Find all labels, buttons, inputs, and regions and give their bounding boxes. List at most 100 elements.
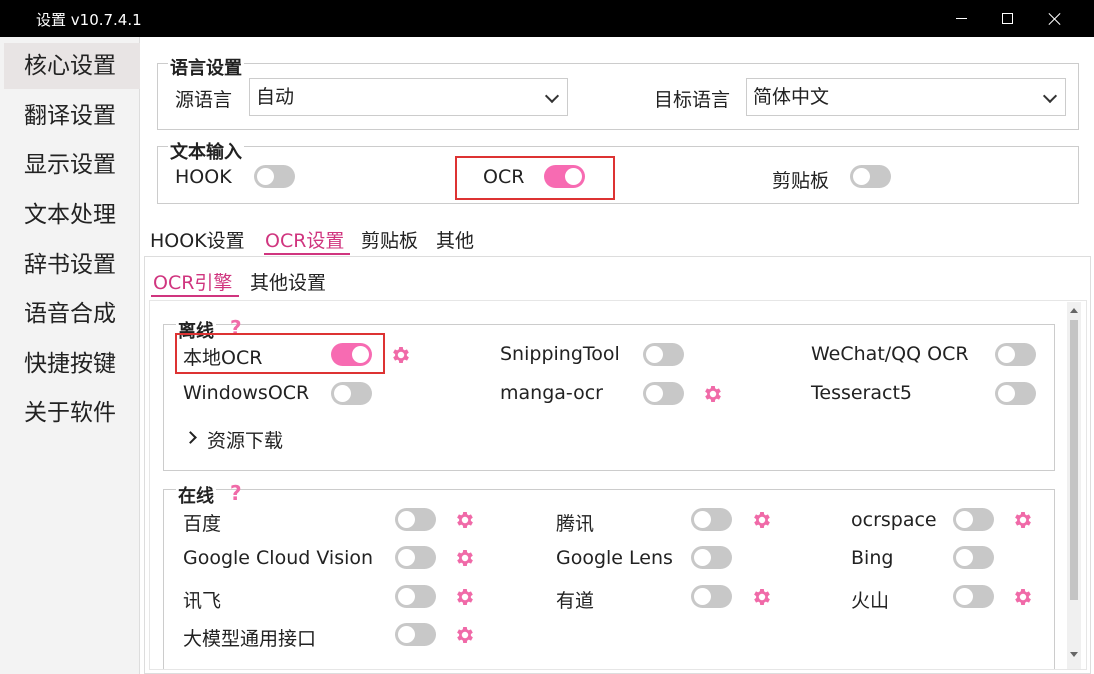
snippingtool-toggle[interactable] (643, 343, 684, 366)
resource-download-link[interactable]: 资源下载 (207, 426, 283, 453)
google-lens-toggle[interactable] (691, 546, 732, 569)
tab-active-indicator (264, 253, 350, 255)
ocr-toggle[interactable] (544, 165, 585, 188)
chevron-down-icon (1042, 88, 1058, 104)
clipboard-toggle[interactable] (850, 165, 891, 188)
hook-label: HOOK (175, 166, 232, 188)
google-cloud-vision-gear-icon[interactable] (454, 547, 476, 569)
toggle-knob (352, 346, 369, 363)
subtab-ocr-engines[interactable]: OCR引擎 (153, 268, 232, 295)
window-title: 设置 v10.7.4.1 (36, 11, 142, 29)
toggle-knob (998, 385, 1015, 402)
text-input-group-title: 文本输入 (168, 138, 244, 164)
target-language-select[interactable]: 简体中文 (746, 78, 1066, 116)
toggle-knob (998, 346, 1015, 363)
sidebar-item-tts[interactable]: 语音合成 (4, 291, 140, 337)
sidebar-item-text-processing[interactable]: 文本处理 (4, 192, 140, 238)
online-group-title: 在线 (176, 482, 216, 508)
chevron-down-icon (544, 88, 560, 104)
sidebar-item-display[interactable]: 显示设置 (4, 142, 140, 188)
xunfei-gear-icon[interactable] (454, 586, 476, 608)
tab-ocr-settings[interactable]: OCR设置 (265, 226, 344, 253)
windowsocr-label: WindowsOCR (183, 382, 310, 404)
google-lens-label: Google Lens (556, 547, 673, 569)
tencent-gear-icon[interactable] (751, 509, 773, 531)
toggle-knob (398, 511, 415, 528)
scroll-up-icon[interactable] (1070, 308, 1078, 313)
local-ocr-label: 本地OCR (183, 347, 263, 369)
baidu-toggle[interactable] (395, 508, 436, 531)
title-bar: 设置 v10.7.4.1 (0, 0, 1094, 37)
subtab-active-indicator (151, 295, 239, 297)
toggle-knob (334, 385, 351, 402)
xunfei-label: 讯飞 (183, 590, 222, 612)
scroll-down-icon[interactable] (1070, 652, 1078, 657)
xunfei-toggle[interactable] (395, 585, 436, 608)
toggle-knob (956, 549, 973, 566)
target-language-label: 目标语言 (654, 89, 731, 111)
local-ocr-toggle[interactable] (331, 343, 372, 366)
source-language-value: 自动 (256, 86, 295, 108)
toggle-knob (956, 588, 973, 605)
sidebar-item-dictionary[interactable]: 辞书设置 (4, 242, 140, 288)
bing-label: Bing (851, 547, 894, 569)
tab-clipboard[interactable]: 剪贴板 (361, 226, 418, 253)
source-language-select[interactable]: 自动 (249, 78, 568, 116)
subtab-other-settings[interactable]: 其他设置 (250, 268, 326, 295)
volcano-toggle[interactable] (953, 585, 994, 608)
clipboard-label: 剪贴板 (772, 170, 830, 192)
text-input-group (157, 146, 1079, 204)
local-ocr-gear-icon[interactable] (390, 344, 412, 366)
tesseract5-label: Tesseract5 (811, 382, 912, 404)
tab-other[interactable]: 其他 (436, 226, 474, 253)
toggle-knob (646, 346, 663, 363)
volcano-gear-icon[interactable] (1012, 586, 1034, 608)
manga-ocr-toggle[interactable] (643, 382, 684, 405)
ocrspace-label: ocrspace (851, 509, 937, 531)
online-help-icon[interactable]: ? (230, 481, 242, 505)
windowsocr-toggle[interactable] (331, 382, 372, 405)
toggle-knob (694, 588, 711, 605)
toggle-knob (257, 168, 274, 185)
toggle-knob (694, 511, 711, 528)
wechat-qq-ocr-toggle[interactable] (995, 343, 1036, 366)
ocr-label: OCR (483, 166, 525, 188)
language-group-title: 语言设置 (168, 54, 244, 80)
scrollbar-thumb[interactable] (1070, 320, 1078, 600)
main-content: 语言设置 源语言 自动 目标语言 简体中文 文本输入 HOOK OCR 剪贴板 … (141, 37, 1094, 674)
llm-generic-api-toggle[interactable] (395, 623, 436, 646)
ocrspace-toggle[interactable] (953, 508, 994, 531)
sidebar-item-translate[interactable]: 翻译设置 (4, 93, 140, 139)
hook-toggle[interactable] (254, 165, 295, 188)
manga-ocr-gear-icon[interactable] (702, 383, 724, 405)
youdao-toggle[interactable] (691, 585, 732, 608)
toggle-knob (694, 549, 711, 566)
close-icon (1048, 12, 1062, 26)
baidu-label: 百度 (183, 513, 222, 535)
llm-generic-api-gear-icon[interactable] (454, 624, 476, 646)
minimize-icon (955, 18, 967, 19)
minimize-button[interactable] (938, 0, 984, 37)
ocrspace-gear-icon[interactable] (1012, 509, 1034, 531)
ocr-highlight-box (455, 156, 615, 200)
toggle-knob (398, 588, 415, 605)
volcano-label: 火山 (851, 590, 890, 612)
bing-toggle[interactable] (953, 546, 994, 569)
maximize-button[interactable] (984, 0, 1030, 37)
sidebar-item-hotkeys[interactable]: 快捷按键 (4, 341, 140, 387)
toggle-knob (646, 385, 663, 402)
google-cloud-vision-label: Google Cloud Vision (183, 547, 374, 569)
wechat-qq-ocr-label: WeChat/QQ OCR (811, 343, 969, 365)
tesseract5-toggle[interactable] (995, 382, 1036, 405)
sidebar-item-core[interactable]: 核心设置 (4, 43, 140, 89)
toggle-knob (565, 168, 582, 185)
sidebar-item-about[interactable]: 关于软件 (4, 390, 140, 436)
tencent-label: 腾讯 (556, 513, 595, 535)
close-button[interactable] (1032, 0, 1078, 37)
tab-hook-settings[interactable]: HOOK设置 (150, 226, 245, 253)
youdao-gear-icon[interactable] (751, 586, 773, 608)
tencent-toggle[interactable] (691, 508, 732, 531)
youdao-label: 有道 (556, 590, 595, 612)
google-cloud-vision-toggle[interactable] (395, 546, 436, 569)
baidu-gear-icon[interactable] (454, 509, 476, 531)
